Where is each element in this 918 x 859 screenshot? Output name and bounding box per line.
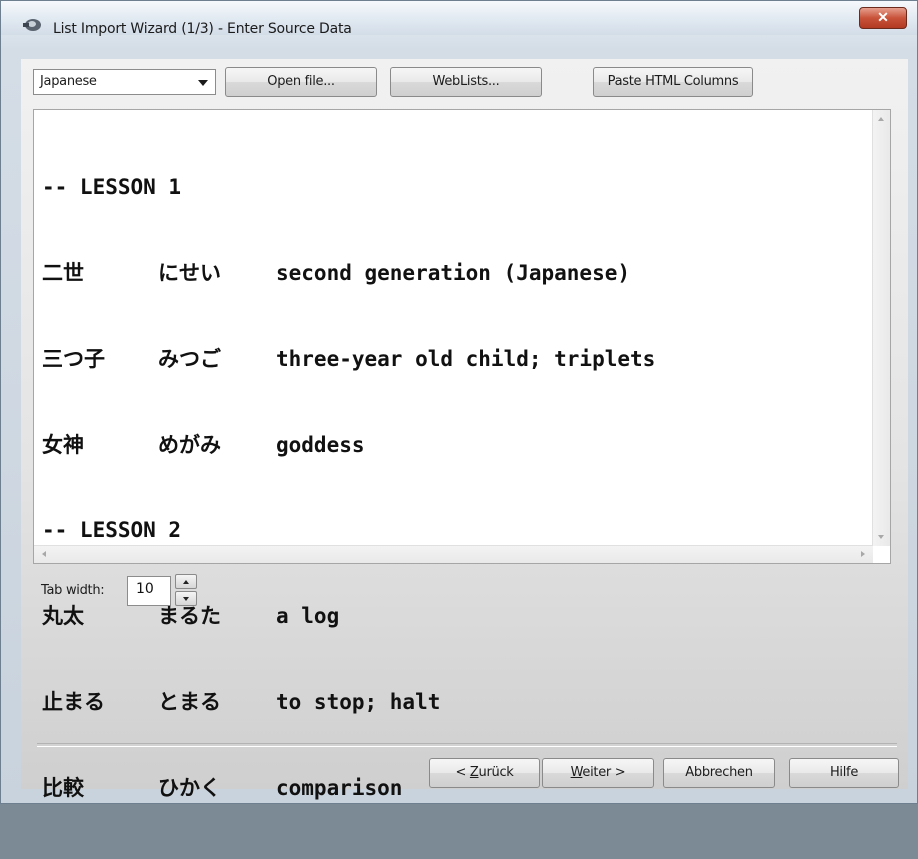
horizontal-scrollbar[interactable]: [34, 545, 873, 563]
row-col2: にせい: [158, 260, 221, 285]
editor-row: 止まる とまる to stop; halt: [42, 688, 655, 717]
close-icon: ✕: [877, 9, 889, 25]
editor-row: 三つ子 みつご three-year old child; triplets: [42, 345, 655, 374]
row-col3: goddess: [276, 432, 365, 457]
row-col3: comparison: [276, 775, 403, 800]
tab-width-label: Tab width:: [41, 583, 105, 598]
open-file-button[interactable]: Open file...: [225, 67, 377, 97]
window-title: List Import Wizard (1/3) - Enter Source …: [53, 21, 352, 37]
cancel-button[interactable]: Abbrechen: [663, 758, 775, 788]
app-icon: [23, 18, 43, 32]
scroll-down-icon[interactable]: [878, 535, 884, 539]
row-col2: めがみ: [158, 432, 221, 457]
row-col2: みつご: [158, 346, 221, 371]
scroll-up-icon[interactable]: [878, 117, 884, 121]
row-col3: second generation (Japanese): [276, 260, 631, 285]
paste-html-columns-button[interactable]: Paste HTML Columns: [593, 67, 753, 97]
row-col3: a log: [276, 604, 340, 629]
tab-width-input[interactable]: 10: [127, 576, 171, 606]
row-col3: three-year old child; triplets: [276, 346, 656, 371]
weblists-button[interactable]: WebLists...: [390, 67, 542, 97]
source-data-text: -- LESSON 1 二世 にせい second generation (Japa…: [42, 116, 655, 859]
editor-row: 女神 めがみ goddess: [42, 431, 655, 460]
row-col1: 三つ子: [42, 346, 105, 371]
row-col2: ひかく: [158, 775, 221, 800]
chevron-down-icon: [198, 80, 208, 86]
editor-row: 丸太 まるた a log: [42, 602, 655, 631]
back-button-label: < Zurück: [455, 765, 514, 780]
next-button[interactable]: Weiter >: [542, 758, 654, 788]
scroll-left-icon[interactable]: [42, 551, 46, 557]
footer-separator: [37, 743, 897, 747]
close-button[interactable]: ✕: [859, 7, 907, 29]
source-data-editor[interactable]: -- LESSON 1 二世 にせい second generation (Japa…: [33, 109, 891, 800]
stepper-up-button[interactable]: [175, 574, 197, 589]
row-col2: とまる: [158, 689, 221, 714]
title-bar[interactable]: List Import Wizard (1/3) - Enter Source …: [1, 1, 917, 37]
wizard-window: List Import Wizard (1/3) - Enter Source …: [0, 0, 918, 804]
vertical-scrollbar[interactable]: [872, 110, 890, 546]
scroll-right-icon[interactable]: [861, 551, 865, 557]
row-col1: 丸太: [42, 604, 84, 629]
row-col3: to stop; halt: [276, 689, 441, 714]
stepper-down-button[interactable]: [175, 591, 197, 606]
editor-row: -- LESSON 2: [42, 516, 655, 545]
back-button[interactable]: < Zurück: [429, 758, 540, 788]
row-col1: 比較: [42, 775, 84, 800]
row-col1: 二世: [42, 260, 84, 285]
row-col1: 止まる: [42, 689, 105, 714]
language-select-value: Japanese: [40, 74, 97, 89]
editor-row: 二世 にせい second generation (Japanese): [42, 259, 655, 288]
tab-width-stepper[interactable]: [175, 574, 199, 608]
row-col1: 女神: [42, 432, 84, 457]
row-col1: -- LESSON 1: [42, 175, 182, 200]
help-button[interactable]: Hilfe: [789, 758, 899, 788]
editor-row: -- LESSON 1: [42, 173, 655, 202]
language-select[interactable]: Japanese: [33, 69, 216, 95]
row-col1: -- LESSON 2: [42, 518, 182, 543]
next-button-label: Weiter >: [570, 765, 626, 780]
